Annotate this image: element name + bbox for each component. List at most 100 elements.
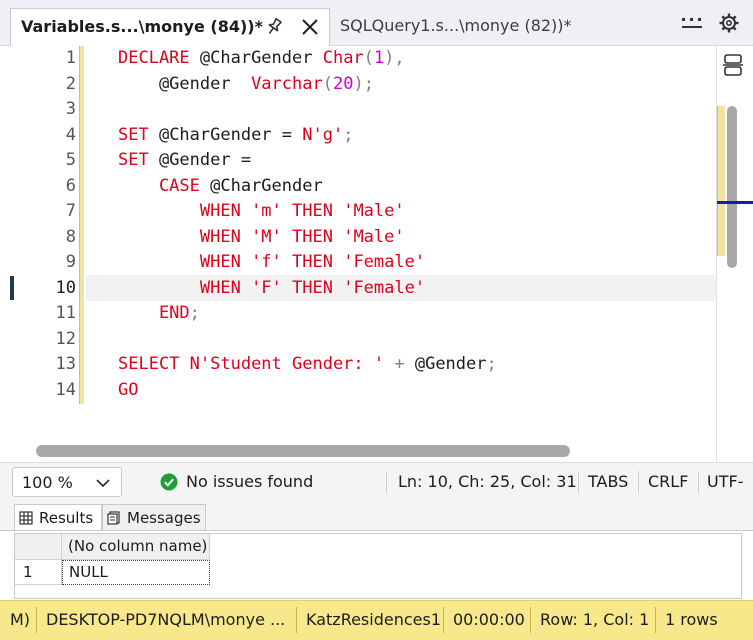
tab-results[interactable]: Results xyxy=(14,504,102,530)
caret-position-marker xyxy=(717,201,753,204)
code-token: THEN xyxy=(292,277,344,298)
code-token: CASE xyxy=(118,175,211,196)
pin-icon[interactable] xyxy=(263,16,285,38)
line-number: 6 xyxy=(65,175,76,196)
line-number: 11 xyxy=(55,303,76,323)
database-name: KatzResidences1 xyxy=(306,610,442,629)
line-number: 12 xyxy=(55,328,76,349)
code-token: 'M' xyxy=(251,226,293,247)
code-line[interactable]: CASE @CharGender xyxy=(118,174,708,200)
separator xyxy=(530,607,531,633)
vertical-scrollbar[interactable] xyxy=(716,46,753,462)
tab-messages[interactable]: Messages xyxy=(102,504,206,530)
connection-mode: M) xyxy=(10,610,31,629)
separator xyxy=(578,471,579,493)
chevron-down-icon xyxy=(96,479,110,488)
code-text[interactable]: DECLARE @CharGender Char(1), @Gender Var… xyxy=(118,46,708,403)
tab-variables-query[interactable]: Variables.s...\monye (84))* xyxy=(10,8,330,46)
horizontal-scroll-thumb[interactable] xyxy=(36,445,570,457)
code-token: WHEN xyxy=(118,201,252,221)
code-line[interactable]: END; xyxy=(118,301,708,327)
code-token: THEN xyxy=(292,201,344,221)
code-token: SET xyxy=(118,150,159,170)
code-token: WHEN xyxy=(118,226,252,247)
code-token: ; xyxy=(486,354,497,374)
code-token: @Gender xyxy=(414,354,487,374)
grid-icon xyxy=(19,511,33,525)
split-editor-icon[interactable] xyxy=(721,52,745,78)
horizontal-scrollbar[interactable] xyxy=(0,437,716,462)
code-token: 20 xyxy=(332,73,354,94)
code-token: END xyxy=(118,303,190,323)
code-line[interactable]: WHEN 'f' THEN 'Female' xyxy=(118,250,708,276)
code-token: ( xyxy=(363,48,374,68)
separator xyxy=(638,471,639,493)
indentation-mode[interactable]: TABS xyxy=(588,472,628,491)
check-circle-icon xyxy=(160,473,178,491)
code-token: N'Student Gender: ' xyxy=(189,354,395,374)
code-token: 'Male' xyxy=(343,201,405,221)
scroll-track[interactable] xyxy=(717,106,753,268)
separator xyxy=(36,607,37,633)
file-encoding[interactable]: UTF- xyxy=(707,472,743,491)
result-cell[interactable]: NULL xyxy=(62,560,210,585)
code-token: 'Female' xyxy=(343,277,426,298)
more-options-icon[interactable] xyxy=(680,16,704,32)
issues-status[interactable]: No issues found xyxy=(186,472,313,491)
code-line[interactable]: WHEN 'M' THEN 'Male' xyxy=(118,225,708,251)
separator xyxy=(386,471,387,493)
code-token: @CharGender = xyxy=(158,124,303,145)
line-number: 2 xyxy=(65,73,76,94)
caret-position[interactable]: Ln: 10, Ch: 25, Col: 31 xyxy=(398,472,577,491)
code-line[interactable]: SET @Gender = xyxy=(118,148,708,174)
line-ending[interactable]: CRLF xyxy=(648,472,688,491)
code-token: DECLARE xyxy=(118,48,200,68)
changes-overview-marker xyxy=(717,106,725,256)
code-line[interactable]: SELECT N'Student Gender: ' + @Gender; xyxy=(118,352,708,378)
code-token: SET xyxy=(118,124,159,145)
editor-status-bar: 100 % No issues found Ln: 10, Ch: 25, Co… xyxy=(0,462,753,502)
code-line[interactable]: @Gender Varchar(20); xyxy=(118,72,708,98)
code-line[interactable] xyxy=(118,327,708,353)
separator xyxy=(655,607,656,633)
vertical-scroll-thumb[interactable] xyxy=(727,106,737,268)
zoom-value: 100 % xyxy=(22,473,73,492)
column-header[interactable]: (No column name) xyxy=(62,534,210,560)
gear-icon[interactable] xyxy=(718,12,740,34)
line-number: 8 xyxy=(65,226,76,247)
line-number: 9 xyxy=(65,252,76,272)
code-token: THEN xyxy=(292,252,344,272)
code-token: @Gender xyxy=(118,73,252,94)
code-token: @CharGender xyxy=(199,48,323,68)
server-user: DESKTOP-PD7NQLM\monye ... xyxy=(46,610,286,629)
results-grid[interactable]: (No column name) 1 NULL xyxy=(14,533,742,599)
current-line-gutter-marker xyxy=(10,276,14,300)
grid-select-all[interactable] xyxy=(15,534,62,560)
row-header[interactable]: 1 xyxy=(15,560,62,585)
tab-messages-label: Messages xyxy=(127,509,201,527)
zoom-dropdown[interactable]: 100 % xyxy=(12,467,122,497)
code-token: @Gender = xyxy=(158,150,252,170)
code-token: 'Male' xyxy=(343,226,405,247)
code-line[interactable]: SET @CharGender = N'g'; xyxy=(118,123,708,149)
separator xyxy=(698,471,699,493)
code-line[interactable]: WHEN 'F' THEN 'Female' xyxy=(118,276,708,302)
tab-sqlquery1[interactable]: SQLQuery1.s...\monye (82))* xyxy=(340,8,600,46)
separator xyxy=(443,607,444,633)
unsaved-changes-bar xyxy=(79,46,84,404)
code-line[interactable] xyxy=(118,97,708,123)
code-token: GO xyxy=(118,379,139,400)
line-number: 5 xyxy=(65,150,76,170)
line-number: 3 xyxy=(65,99,76,119)
line-number: 1 xyxy=(65,48,76,68)
code-line[interactable]: DECLARE @CharGender Char(1), xyxy=(118,46,708,72)
code-token: ), xyxy=(384,48,405,68)
line-number: 14 xyxy=(55,379,76,400)
code-token: WHEN xyxy=(118,277,252,298)
close-icon[interactable] xyxy=(299,16,321,38)
code-token: + xyxy=(394,354,415,374)
code-line[interactable]: GO xyxy=(118,378,708,404)
code-line[interactable]: WHEN 'm' THEN 'Male' xyxy=(118,199,708,225)
query-editor[interactable]: 1 2 3 4 5 6 7 8 9 10 11 12 13 14 DECLARE @CharGender … xyxy=(0,46,716,437)
code-token: ; xyxy=(343,124,354,145)
